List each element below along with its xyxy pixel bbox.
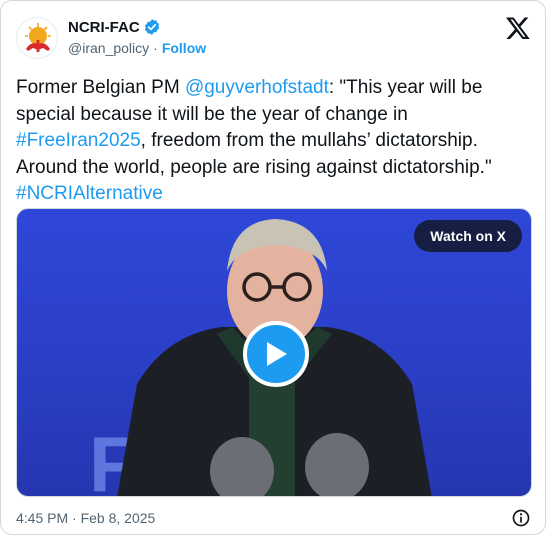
tweet-text-part-1: Former Belgian PM	[16, 77, 185, 98]
tweet-text: Former Belgian PM @guyverhofstadt: "This…	[16, 75, 536, 208]
tweet-header: NCRI-FAC @iran_policy · Follow	[16, 15, 531, 63]
author-handle[interactable]: @iran_policy	[68, 40, 149, 56]
author-names: NCRI-FAC @iran_policy · Follow	[68, 17, 206, 59]
hashtag-link-ncrialternative[interactable]: #NCRIAlternative	[16, 183, 163, 204]
video-media[interactable]: FR N Watch on X	[16, 208, 532, 497]
info-icon[interactable]	[511, 508, 531, 528]
timestamp-link[interactable]: 4:45 PM · Feb 8, 2025	[16, 510, 155, 526]
play-icon	[267, 342, 287, 366]
tweet-card[interactable]: NCRI-FAC @iran_policy · Follow Former Be…	[0, 0, 546, 535]
author-display-name[interactable]: NCRI-FAC	[68, 19, 140, 36]
mention-link[interactable]: @guyverhofstadt	[185, 77, 329, 98]
hashtag-link-freeiran2025[interactable]: #FreeIran2025	[16, 130, 141, 151]
separator-dot: ·	[153, 40, 158, 56]
verified-badge-icon	[144, 19, 159, 35]
avatar[interactable]	[16, 17, 58, 59]
lion-and-sun-logo-icon	[25, 23, 51, 52]
tweet-footer: 4:45 PM · Feb 8, 2025	[16, 507, 531, 529]
x-logo-icon[interactable]	[505, 15, 531, 41]
follow-button[interactable]: Follow	[162, 40, 206, 56]
play-button[interactable]	[243, 321, 309, 387]
watch-on-x-button[interactable]: Watch on X	[414, 220, 522, 252]
